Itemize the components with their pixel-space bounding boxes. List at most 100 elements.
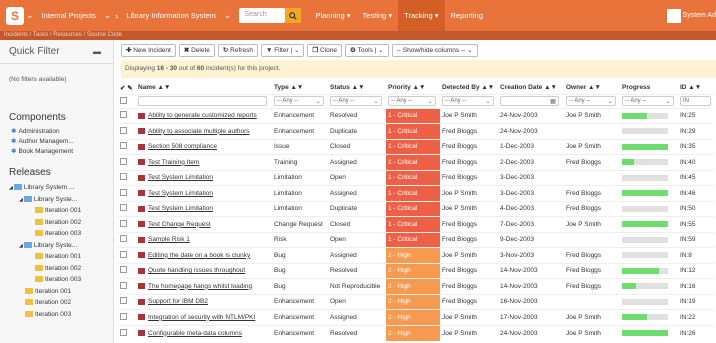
table-row[interactable]: Support for IBM DB2 Enhancement Open 2 - Hi… bbox=[118, 293, 714, 310]
row-checkbox[interactable] bbox=[120, 312, 127, 320]
tools-button[interactable]: ⚙ Tools | ⌄ bbox=[345, 43, 389, 57]
expand-triangle-icon[interactable]: ◢ bbox=[19, 243, 23, 249]
row-checkbox[interactable] bbox=[120, 281, 127, 289]
release-tree-item[interactable]: ◢ Library Syste... bbox=[0, 194, 113, 206]
row-checkbox[interactable] bbox=[120, 111, 127, 119]
priority-filter-select[interactable]: -- Any -- ⌄ bbox=[388, 96, 436, 106]
column-header-status[interactable]: Status ▲▼ bbox=[328, 82, 386, 94]
table-row[interactable]: Editing the date on a book is clunky Bug A… bbox=[118, 247, 714, 263]
row-checkbox[interactable] bbox=[120, 157, 127, 165]
refresh-button[interactable]: ↻ Refresh bbox=[217, 43, 258, 57]
row-checkbox[interactable] bbox=[120, 235, 127, 243]
row-checkbox[interactable] bbox=[120, 173, 127, 181]
table-row[interactable]: Sample Risk 1 Risk Open 1 - Critical Fred Bl… bbox=[118, 231, 714, 248]
table-row[interactable]: Configurable meta-data columns Enhancemen… bbox=[118, 324, 714, 341]
chevron-down-icon[interactable]: ⌄ bbox=[102, 10, 114, 21]
incident-name-link[interactable]: Section 508 compliance bbox=[148, 143, 217, 150]
component-item[interactable]: ✱ Book Management bbox=[0, 147, 113, 157]
column-header-name[interactable]: Name ▲▼ bbox=[136, 82, 272, 94]
column-header-creation-date[interactable]: Creation Date ▲▼ bbox=[498, 82, 564, 94]
table-row[interactable]: Ability to associate multiple authors Enh… bbox=[118, 123, 714, 139]
new-incident-button[interactable]: ✚ New Incident bbox=[121, 43, 176, 57]
clone-button[interactable]: ❐ Clone bbox=[307, 43, 343, 57]
row-checkbox[interactable] bbox=[120, 219, 127, 227]
nav-testing[interactable]: Testing ▾ bbox=[357, 0, 399, 31]
chevron-down-icon[interactable]: ⌄ bbox=[378, 46, 383, 54]
expand-triangle-icon[interactable]: ◢ bbox=[19, 197, 23, 203]
calendar-icon[interactable]: ▦ bbox=[550, 98, 556, 105]
chevron-down-icon[interactable]: ⌄ bbox=[294, 46, 299, 54]
row-checkbox[interactable] bbox=[120, 328, 127, 336]
collapse-icon[interactable]: ▬ bbox=[93, 47, 101, 56]
incident-name-link[interactable]: Ability to generate customized reports bbox=[148, 112, 257, 119]
incident-name-link[interactable]: Ability to associate multiple authors bbox=[148, 128, 250, 135]
detected-by-filter-select[interactable]: -- Any -- ⌄ bbox=[442, 96, 494, 106]
row-checkbox[interactable] bbox=[120, 297, 127, 305]
delete-button[interactable]: ✖ Delete bbox=[178, 43, 215, 57]
release-tree-item[interactable]: Iteration 002 bbox=[0, 297, 113, 309]
incident-name-link[interactable]: Configurable meta-data columns bbox=[148, 330, 242, 337]
table-row[interactable]: Integration of security with NTLM/PKI Enh… bbox=[118, 309, 714, 325]
incident-name-link[interactable]: Integration of security with NTLM/PKI bbox=[148, 314, 255, 321]
table-row[interactable]: Test System Limitation Limitation Duplicat… bbox=[118, 200, 714, 217]
owner-filter-select[interactable]: -- Any -- ⌄ bbox=[566, 96, 616, 106]
chevron-down-icon[interactable]: ⌄ bbox=[24, 10, 36, 21]
table-row[interactable]: Test Change Request Change Request Closed 1… bbox=[118, 216, 714, 232]
incident-name-link[interactable]: Test Change Request bbox=[148, 221, 211, 228]
row-checkbox[interactable] bbox=[120, 188, 127, 196]
row-checkbox[interactable] bbox=[120, 126, 127, 134]
type-filter-select[interactable]: -- Any -- ⌄ bbox=[274, 96, 324, 106]
progress-filter-select[interactable]: -- Any -- ⌄ bbox=[622, 96, 674, 106]
chevron-down-icon[interactable]: ⌄ bbox=[222, 10, 234, 21]
select-all-column[interactable]: ✔ ✎ bbox=[118, 82, 136, 94]
app-logo[interactable]: S bbox=[6, 6, 24, 25]
column-header-id[interactable]: ID ▲▼ bbox=[678, 82, 714, 94]
incident-name-link[interactable]: Editing the date on a book is clunky bbox=[148, 252, 250, 259]
table-row[interactable]: Ability to generate customized reports En… bbox=[118, 107, 714, 124]
release-tree-item[interactable]: Iteration 003 bbox=[0, 274, 113, 286]
id-filter-input[interactable]: IN bbox=[680, 96, 712, 106]
table-row[interactable]: Quote handling issues throughout Bug Resol… bbox=[118, 262, 714, 279]
status-filter-select[interactable]: -- Any -- ⌄ bbox=[330, 96, 382, 106]
table-row[interactable]: Section 508 compliance Issue Closed 1 - Cri… bbox=[118, 138, 714, 155]
select-all-checkbox[interactable] bbox=[120, 96, 127, 104]
expand-triangle-icon[interactable]: ◢ bbox=[9, 185, 13, 191]
release-tree-item[interactable]: Iteration 002 bbox=[0, 217, 113, 229]
breadcrumb[interactable]: Incidents / Tasks / Resources / Source C… bbox=[0, 31, 716, 40]
release-tree-item[interactable]: ◢ Library System ... bbox=[0, 182, 113, 194]
table-row[interactable]: Test System Limitation Limitation Assigned… bbox=[118, 185, 714, 201]
column-header-type[interactable]: Type ▲▼ bbox=[272, 82, 328, 94]
column-header-detected-by[interactable]: Detected By ▲▼ bbox=[440, 82, 498, 94]
release-tree-item[interactable]: ◢ Library Syste... bbox=[0, 240, 113, 252]
project-selector[interactable]: Internal Projects bbox=[36, 0, 102, 31]
release-tree-item[interactable]: Iteration 001 bbox=[0, 286, 113, 298]
row-checkbox[interactable] bbox=[120, 250, 127, 258]
search-input[interactable]: Search bbox=[239, 8, 286, 23]
column-header-owner[interactable]: Owner ▲▼ bbox=[564, 82, 620, 94]
user-menu[interactable]: System Ad bbox=[666, 0, 716, 31]
show-hide-columns-select[interactable]: -- Show/hide columns -- ⌄ bbox=[391, 43, 478, 57]
incident-name-link[interactable]: Test System Limitation bbox=[148, 174, 213, 181]
row-checkbox[interactable] bbox=[120, 142, 127, 150]
incident-name-link[interactable]: Sample Risk 1 bbox=[148, 236, 190, 243]
name-filter-input[interactable] bbox=[138, 96, 267, 106]
creation-date-filter-input[interactable]: ▦ bbox=[500, 96, 559, 106]
column-header-priority[interactable]: Priority ▲▼ bbox=[386, 82, 440, 94]
table-row[interactable]: The homepage hangs whilst loading Bug Not … bbox=[118, 278, 714, 294]
release-tree-item[interactable]: Iteration 001 bbox=[0, 205, 113, 217]
incident-name-link[interactable]: Support for IBM DB2 bbox=[148, 298, 208, 305]
search-button[interactable] bbox=[285, 8, 302, 23]
release-tree-item[interactable]: Iteration 003 bbox=[0, 309, 113, 321]
release-tree-item[interactable]: Iteration 002 bbox=[0, 263, 113, 275]
incident-name-link[interactable]: Test Training Item bbox=[148, 159, 199, 166]
row-checkbox[interactable] bbox=[120, 266, 127, 274]
table-row[interactable]: Test Training Item Training Assigned 1 - Cr… bbox=[118, 154, 714, 170]
incident-name-link[interactable]: Test System Limitation bbox=[148, 205, 213, 212]
table-row[interactable]: Test System Limitation Limitation Open 1 - … bbox=[118, 169, 714, 186]
row-checkbox[interactable] bbox=[120, 204, 127, 212]
component-item[interactable]: ✱ Author Managem... bbox=[0, 137, 113, 147]
nav-tracking[interactable]: Tracking ▾ bbox=[398, 0, 445, 31]
filter-button[interactable]: ▼ Filter | ⌄ bbox=[260, 43, 305, 57]
component-item[interactable]: ✱ Administration bbox=[0, 127, 113, 137]
incident-name-link[interactable]: Quote handling issues throughout bbox=[148, 267, 245, 274]
